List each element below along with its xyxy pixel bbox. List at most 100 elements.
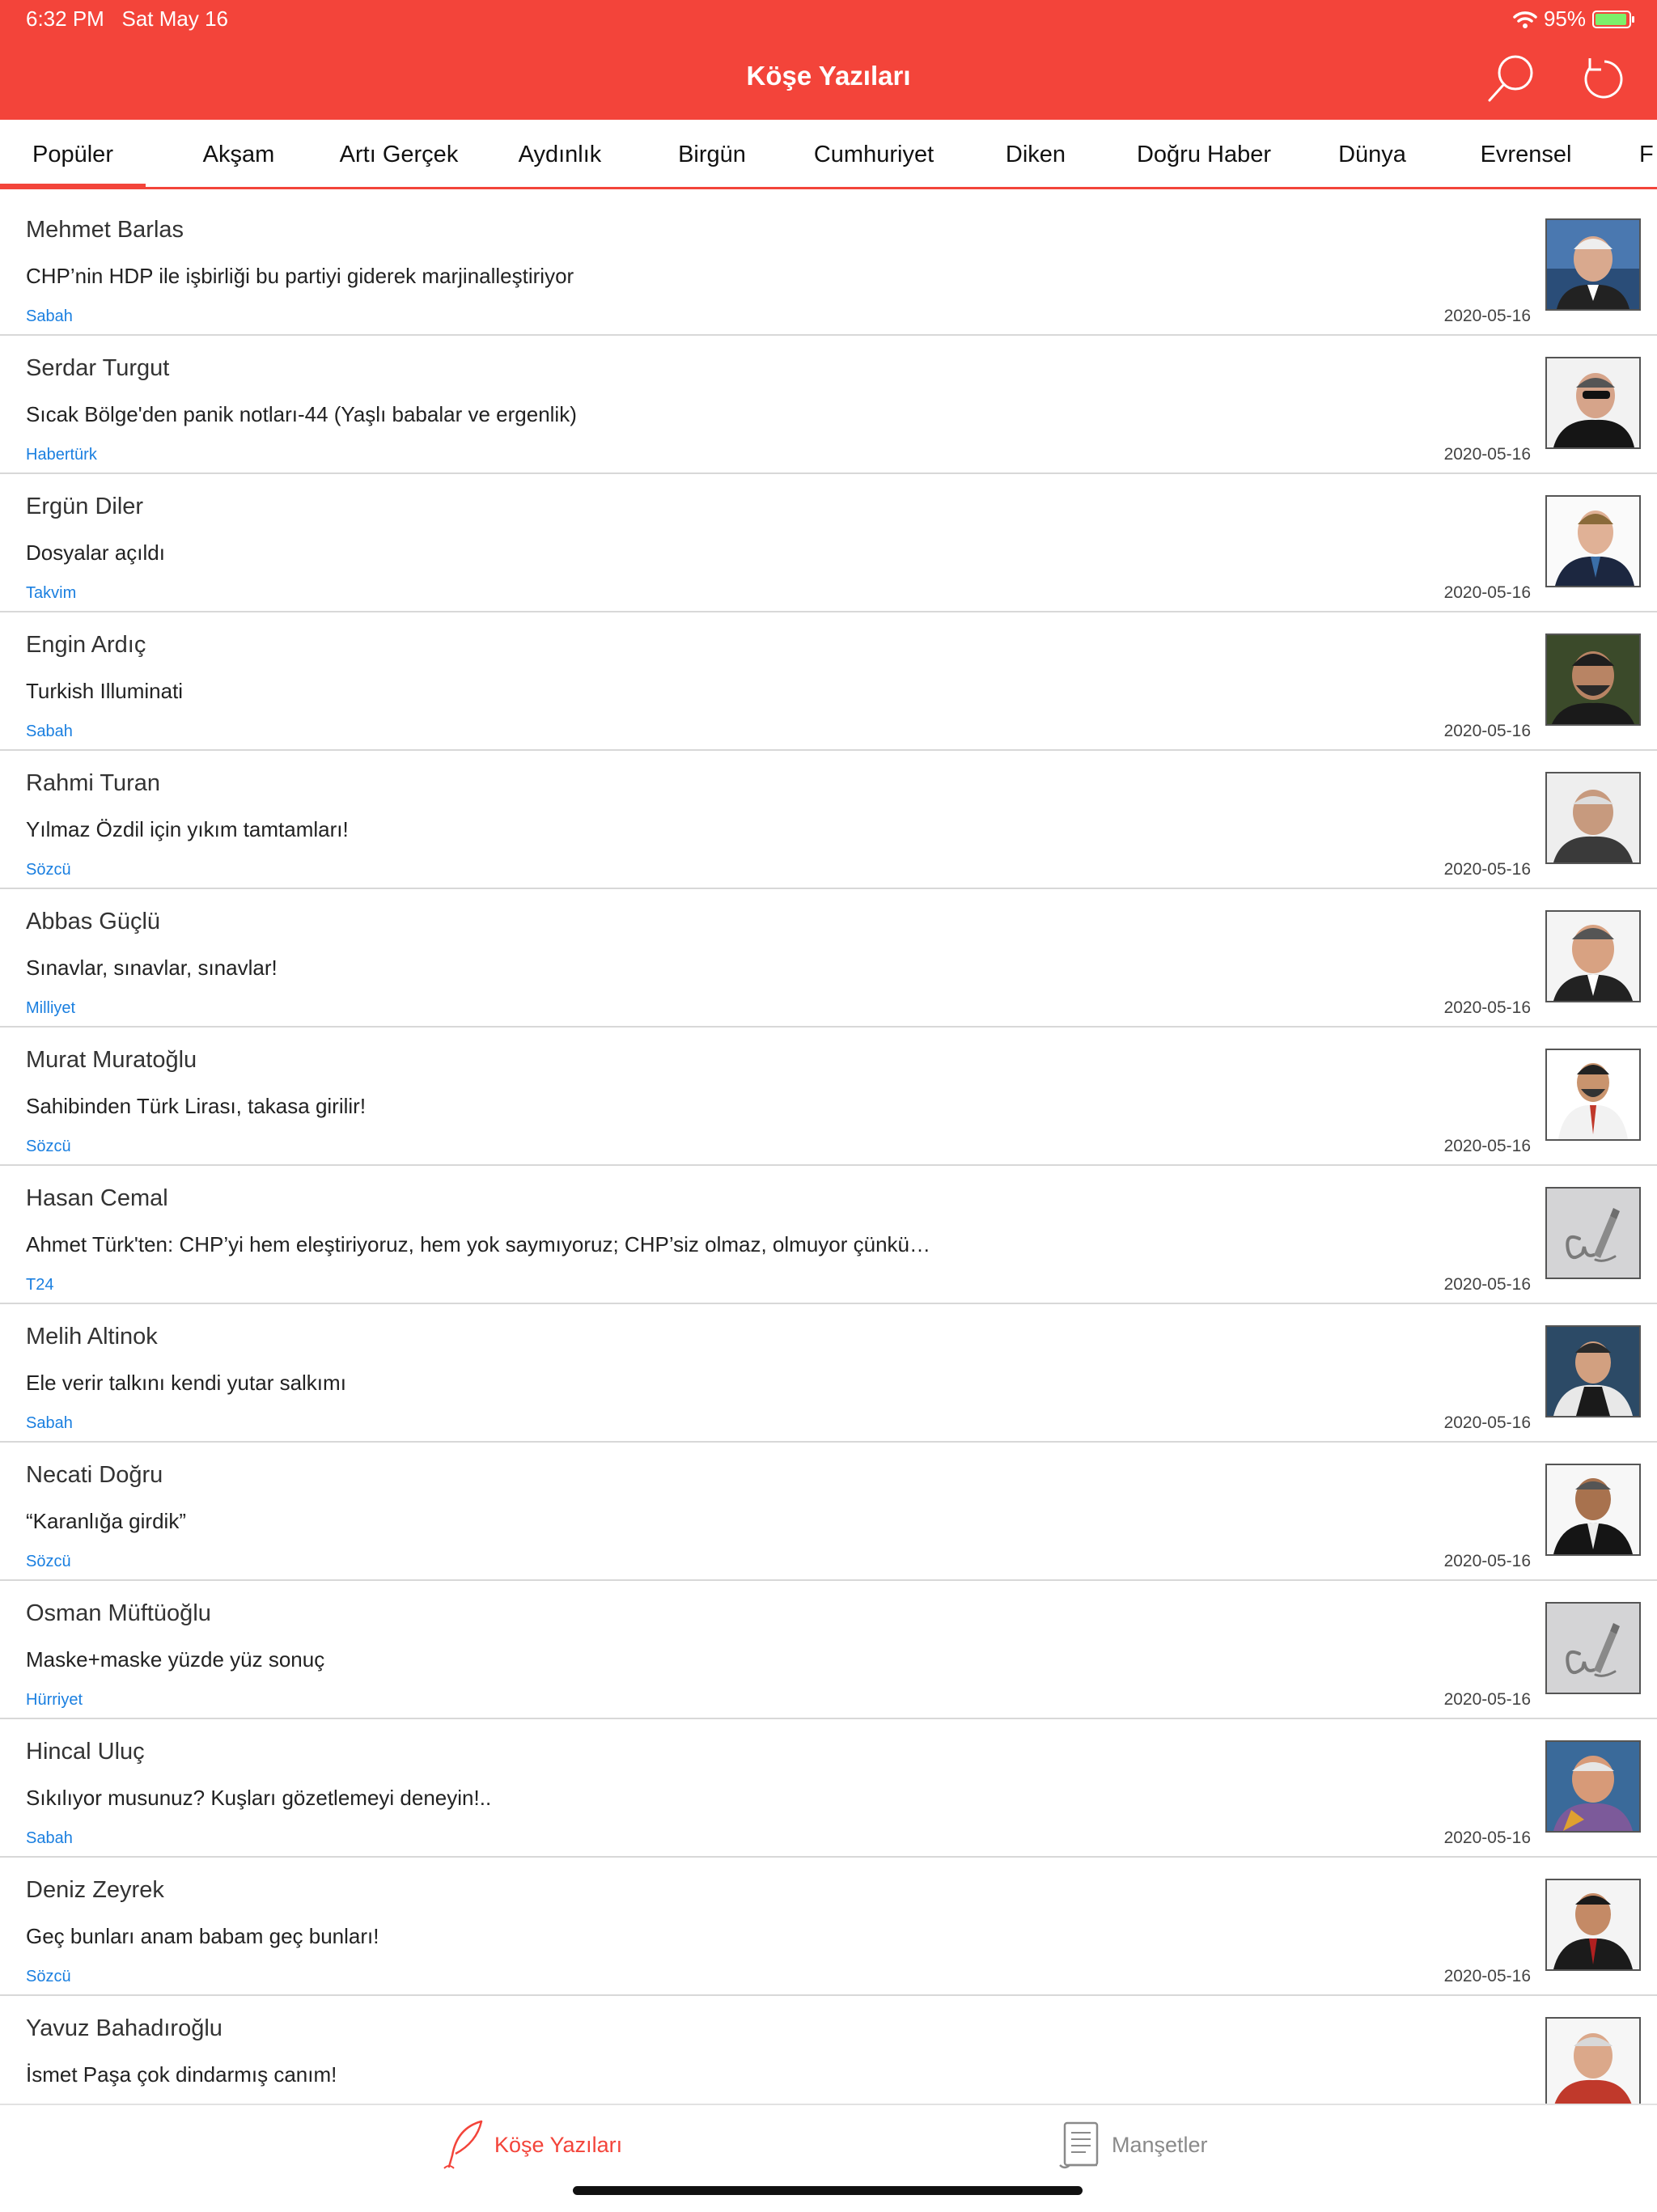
author-avatar [1545, 1740, 1641, 1833]
article-title: Sınavlar, sınavlar, sınavlar! [26, 956, 278, 980]
source-name: Sabah [26, 1829, 73, 1847]
author-avatar [1545, 2017, 1641, 2104]
article-date: 2020-05-16 [1443, 1275, 1531, 1294]
tab-aydinlik[interactable]: Aydınlık [487, 120, 633, 189]
article-title: Ahmet Türk'ten: CHP’yi hem eleştiriyoruz… [26, 1232, 931, 1256]
article-title: “Karanlığa girdik” [26, 1509, 186, 1533]
bottom-tab-bar: Köşe Yazıları Manşetler [0, 2104, 1657, 2212]
article-title: CHP’nin HDP ile işbirliği bu partiyi gid… [26, 264, 574, 288]
status-time: 6:32 PM Sat May 16 [26, 6, 229, 31]
article-date: 2020-05-16 [1443, 998, 1531, 1017]
author-name: Serdar Turgut [26, 355, 170, 381]
tab-cumhuriyet[interactable]: Cumhuriyet [793, 120, 955, 189]
article-row[interactable]: Engin Ardıç Turkish Illuminati Sabah 202… [0, 612, 1657, 751]
article-title: Sahibinden Türk Lirası, takasa girilir! [26, 1094, 367, 1118]
battery-icon [1592, 10, 1634, 28]
author-avatar [1545, 1464, 1641, 1556]
article-row[interactable]: Osman Müftüoğlu Maske+maske yüzde yüz so… [0, 1581, 1657, 1719]
article-date: 2020-05-16 [1443, 1967, 1531, 1985]
source-name: Sözcü [26, 1968, 71, 1985]
pen-writing-icon [1566, 1623, 1620, 1677]
author-avatar [1545, 357, 1641, 449]
tab-diken[interactable]: Diken [963, 120, 1108, 189]
refresh-button[interactable] [1574, 50, 1630, 107]
article-row[interactable]: Yavuz Bahadıroğlu İsmet Paşa çok dindarm… [0, 1996, 1657, 2104]
top-bar: 6:32 PM Sat May 16 95% Köşe Yazıları [0, 0, 1657, 120]
source-name: Sabah [26, 723, 73, 740]
tab-aksam[interactable]: Akşam [166, 120, 311, 189]
article-title: Sıcak Bölge'den panik notları-44 (Yaşlı … [26, 402, 577, 426]
article-row[interactable]: Mehmet Barlas CHP’nin HDP ile işbirliği … [0, 197, 1657, 336]
author-avatar [1545, 910, 1641, 1002]
article-title: Dosyalar açıldı [26, 540, 165, 565]
author-avatar-placeholder [1545, 1602, 1641, 1694]
author-name: Murat Muratoğlu [26, 1047, 197, 1073]
author-name: Hasan Cemal [26, 1185, 168, 1211]
bottom-tab-kose-yazilari[interactable]: Köşe Yazıları [441, 2118, 622, 2172]
article-row[interactable]: Serdar Turgut Sıcak Bölge'den panik notl… [0, 336, 1657, 474]
author-avatar [1545, 1049, 1641, 1141]
article-date: 2020-05-16 [1443, 1552, 1531, 1570]
author-name: Rahmi Turan [26, 770, 161, 796]
article-row[interactable]: Murat Muratoğlu Sahibinden Türk Lirası, … [0, 1028, 1657, 1166]
wifi-icon [1513, 11, 1537, 28]
article-date: 2020-05-16 [1443, 1413, 1531, 1432]
pen-writing-icon [1566, 1208, 1620, 1262]
tab-evrensel[interactable]: Evrensel [1453, 120, 1599, 189]
author-avatar [1545, 218, 1641, 311]
article-date: 2020-05-16 [1443, 445, 1531, 464]
bottom-tab-label: Köşe Yazıları [494, 2132, 623, 2157]
tab-populer[interactable]: Popüler [0, 120, 146, 189]
article-row[interactable]: Melih Altinok Ele verir talkını kendi yu… [0, 1304, 1657, 1443]
article-date: 2020-05-16 [1443, 583, 1531, 602]
bottom-tab-label: Manşetler [1112, 2132, 1208, 2157]
author-name: Deniz Zeyrek [26, 1877, 164, 1903]
tab-underline [0, 187, 1657, 189]
article-row[interactable]: Ergün Diler Dosyalar açıldı Takvim 2020-… [0, 474, 1657, 612]
source-name: Sözcü [26, 861, 71, 879]
author-name: Ergün Diler [26, 494, 144, 519]
article-row[interactable]: Deniz Zeyrek Geç bunları anam babam geç … [0, 1858, 1657, 1996]
article-date: 2020-05-16 [1443, 722, 1531, 740]
tab-f[interactable]: F [1639, 120, 1657, 189]
tab-arti-gercek[interactable]: Artı Gerçek [318, 120, 480, 189]
page-title: Köşe Yazıları [746, 61, 911, 91]
author-name: Abbas Güçlü [26, 909, 161, 934]
article-title: Yılmaz Özdil için yıkım tamtamları! [26, 817, 349, 841]
author-avatar-placeholder [1545, 1187, 1641, 1279]
article-list[interactable]: Mehmet Barlas CHP’nin HDP ile işbirliği … [0, 197, 1657, 2104]
author-name: Mehmet Barlas [26, 217, 184, 243]
article-row[interactable]: Hasan Cemal Ahmet Türk'ten: CHP’yi hem e… [0, 1166, 1657, 1304]
source-name: Sözcü [26, 1553, 71, 1570]
source-name: Hürriyet [26, 1691, 83, 1709]
tab-dunya[interactable]: Dünya [1299, 120, 1445, 189]
battery-percent: 95% [1543, 6, 1586, 31]
article-row[interactable]: Abbas Güçlü Sınavlar, sınavlar, sınavlar… [0, 889, 1657, 1028]
source-name: Milliyet [26, 999, 76, 1017]
source-tabs: Popüler Akşam Artı Gerçek Aydınlık Birgü… [0, 120, 1657, 189]
search-button[interactable] [1483, 50, 1540, 107]
tab-dogru-haber[interactable]: Doğru Haber [1115, 120, 1293, 189]
scroll-icon [1059, 2121, 1099, 2169]
article-row[interactable]: Rahmi Turan Yılmaz Özdil için yıkım tamt… [0, 751, 1657, 889]
home-indicator[interactable] [573, 2186, 1083, 2195]
article-title: Geç bunları anam babam geç bunları! [26, 1924, 379, 1948]
article-row[interactable]: Necati Doğru “Karanlığa girdik” Sözcü 20… [0, 1443, 1657, 1581]
source-name: Sözcü [26, 1138, 71, 1155]
status-right: 95% [1513, 6, 1634, 32]
article-date: 2020-05-16 [1443, 1137, 1531, 1155]
author-avatar [1545, 772, 1641, 864]
author-name: Hincal Uluç [26, 1739, 145, 1765]
author-avatar [1545, 1325, 1641, 1417]
bottom-tab-mansetler[interactable]: Manşetler [1057, 2118, 1208, 2172]
author-avatar [1545, 1879, 1641, 1971]
status-bar: 6:32 PM Sat May 16 95% [26, 6, 1634, 32]
article-date: 2020-05-16 [1443, 860, 1531, 879]
source-name: Sabah [26, 307, 73, 325]
author-avatar [1545, 495, 1641, 587]
tab-birgun[interactable]: Birgün [639, 120, 785, 189]
source-name: Sabah [26, 1414, 73, 1432]
article-row[interactable]: Hincal Uluç Sıkılıyor musunuz? Kuşları g… [0, 1719, 1657, 1858]
quill-icon [443, 2120, 483, 2169]
refresh-icon [1584, 58, 1623, 99]
